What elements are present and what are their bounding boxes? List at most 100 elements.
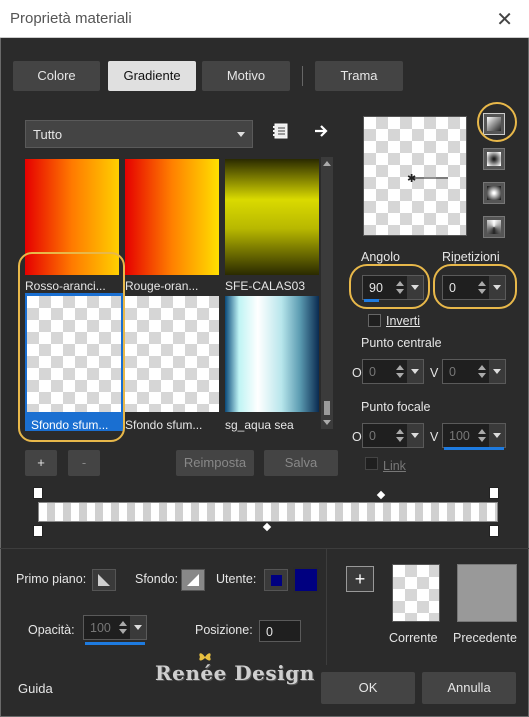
background-stop-icon: [187, 574, 199, 586]
angle-handle-icon[interactable]: ✱: [364, 117, 468, 237]
gradient-label: SFE-CALAS03: [225, 279, 306, 293]
gradient-item-sfe-calas03[interactable]: SFE-CALAS03: [225, 159, 319, 293]
svg-text:✱: ✱: [407, 172, 416, 185]
center-v-spinner[interactable]: 0: [442, 359, 506, 384]
tab-colore[interactable]: Colore: [13, 61, 100, 91]
gradient-item-sfondo-2[interactable]: Sfondo sfum...: [125, 296, 219, 432]
add-gradient-button[interactable]: +: [25, 450, 57, 476]
tab-motivo[interactable]: Motivo: [202, 61, 290, 91]
cancel-button[interactable]: Annulla: [422, 672, 516, 704]
decrement-icon[interactable]: [478, 437, 486, 442]
background-label: Sfondo:: [135, 572, 179, 586]
foreground-swatch[interactable]: [92, 569, 116, 591]
ok-button[interactable]: OK: [321, 672, 415, 704]
link-label: Link: [383, 459, 406, 473]
position-value: 0: [266, 625, 273, 639]
tab-trama[interactable]: Trama: [315, 61, 403, 91]
decrement-icon[interactable]: [119, 629, 127, 634]
highlight-ring: [433, 264, 517, 309]
previous-label: Precedente: [453, 631, 517, 645]
value-underline: [444, 447, 504, 450]
notebook-icon[interactable]: [273, 123, 289, 139]
gradient-item-rouge[interactable]: Rouge-oran...: [125, 159, 219, 293]
decrement-icon[interactable]: [478, 373, 486, 378]
close-icon[interactable]: ✕: [496, 7, 513, 32]
highlight-ring: [349, 264, 430, 309]
sunburst-style-button[interactable]: [483, 182, 505, 204]
user-stop-icon: [271, 575, 282, 586]
user-color-swatch[interactable]: [293, 567, 319, 593]
top-stop-right-icon[interactable]: [489, 487, 499, 499]
gradient-scrollbar[interactable]: [321, 157, 333, 429]
dropdown-icon[interactable]: [407, 424, 423, 447]
dropdown-icon[interactable]: [489, 360, 505, 383]
user-stop-swatch[interactable]: [264, 569, 288, 591]
value-underline: [85, 642, 145, 645]
foreground-stop-icon: [98, 574, 110, 586]
invert-checkbox[interactable]: [368, 314, 381, 327]
scroll-thumb[interactable]: [324, 401, 330, 415]
sunburst-gradient-icon: [487, 186, 501, 200]
opacity-spinner[interactable]: 100: [83, 615, 147, 645]
category-dropdown[interactable]: Tutto: [25, 120, 253, 148]
gradient-preview[interactable]: ✱: [363, 116, 467, 236]
background-swatch[interactable]: [181, 569, 205, 591]
increment-icon[interactable]: [478, 429, 486, 434]
focal-v-spinner[interactable]: 100: [442, 423, 506, 450]
remove-gradient-button[interactable]: -: [68, 450, 100, 476]
gradient-editor-bar[interactable]: [38, 502, 498, 522]
scroll-down-icon[interactable]: [323, 420, 331, 425]
add-stop-button[interactable]: +: [346, 566, 374, 592]
section-divider: [326, 548, 327, 665]
rectangular-style-button[interactable]: [483, 148, 505, 170]
center-v-label: V: [430, 366, 439, 380]
section-divider: [0, 548, 529, 549]
focal-v-value: 100: [449, 429, 470, 443]
focal-v-label: V: [430, 430, 439, 444]
foreground-label: Primo piano:: [16, 572, 87, 586]
save-button[interactable]: Salva: [264, 450, 338, 476]
focal-o-label: O: [352, 430, 362, 444]
decrement-icon[interactable]: [396, 437, 404, 442]
current-label: Corrente: [389, 631, 438, 645]
increment-icon[interactable]: [396, 429, 404, 434]
gradient-item-aqua-sea[interactable]: sg_aqua sea: [225, 296, 319, 432]
increment-icon[interactable]: [478, 365, 486, 370]
gradient-swatch: [225, 296, 319, 412]
gradient-swatch: [125, 296, 219, 412]
position-field[interactable]: 0: [259, 620, 301, 642]
tab-separator: [302, 66, 303, 86]
category-value: Tutto: [33, 127, 63, 142]
tab-gradiente[interactable]: Gradiente: [108, 61, 196, 91]
increment-icon[interactable]: [396, 365, 404, 370]
radial-style-button[interactable]: [483, 216, 505, 238]
scroll-up-icon[interactable]: [323, 161, 331, 166]
chevron-down-icon: [237, 132, 245, 137]
dropdown-icon[interactable]: [407, 360, 423, 383]
link-checkbox[interactable]: [365, 457, 378, 470]
bottom-stop-right-icon[interactable]: [489, 525, 499, 537]
arrow-right-icon[interactable]: [314, 124, 330, 138]
gradient-label: Sfondo sfum...: [125, 418, 203, 432]
dropdown-icon[interactable]: [130, 616, 146, 639]
window-title: Proprietà materiali: [10, 10, 132, 27]
center-o-label: O: [352, 366, 362, 380]
focal-o-spinner[interactable]: 0: [362, 423, 424, 448]
increment-icon[interactable]: [119, 621, 127, 626]
dropdown-icon[interactable]: [489, 424, 505, 447]
highlight-ring: [18, 252, 125, 442]
focal-o-value: 0: [369, 429, 376, 443]
center-point-label: Punto centrale: [361, 336, 442, 350]
previous-swatch: [457, 564, 517, 622]
gradient-swatch: [125, 159, 219, 275]
reset-button[interactable]: Reimposta: [176, 450, 254, 476]
help-link[interactable]: Guida: [18, 681, 53, 696]
top-stop-left-icon[interactable]: [33, 487, 43, 499]
title-bar: Proprietà materiali ✕: [0, 0, 529, 38]
center-o-spinner[interactable]: 0: [362, 359, 424, 384]
bottom-stop-left-icon[interactable]: [33, 525, 43, 537]
radial-gradient-icon: [487, 220, 501, 234]
repeats-label: Ripetizioni: [442, 250, 500, 264]
rectangular-gradient-icon: [487, 152, 501, 166]
decrement-icon[interactable]: [396, 373, 404, 378]
